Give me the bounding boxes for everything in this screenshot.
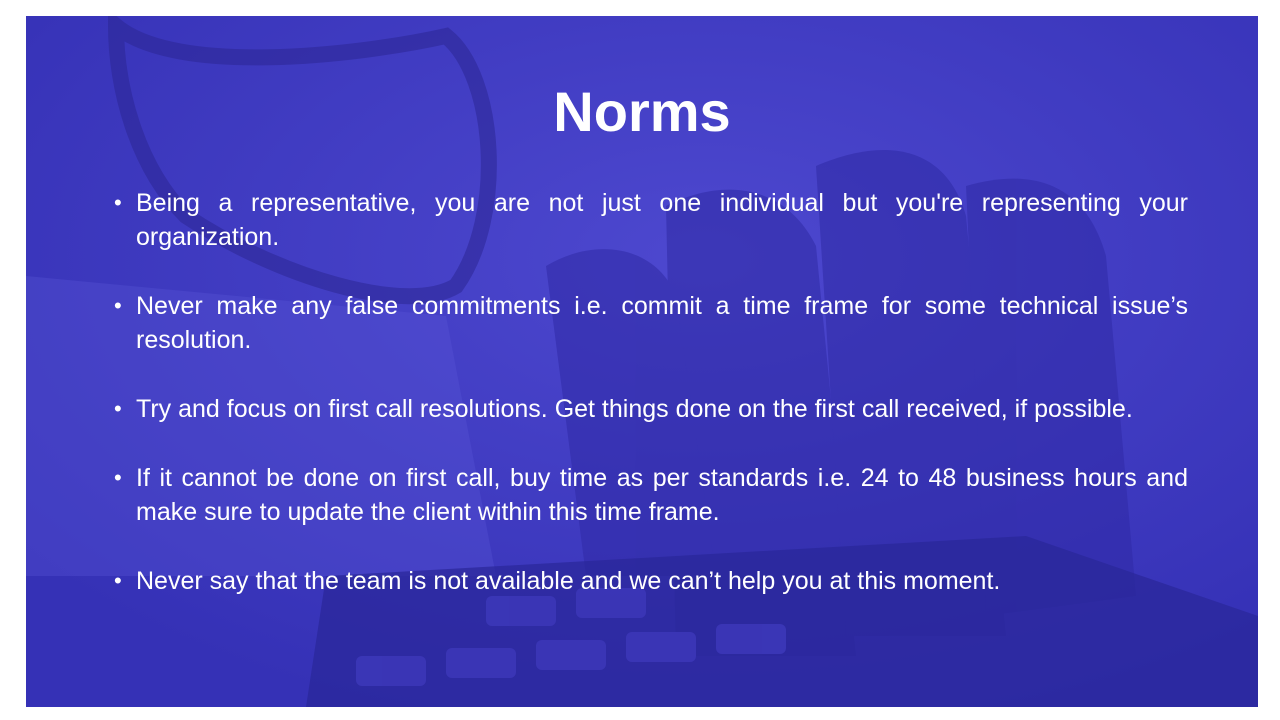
bullet-item: Being a representative, you are not just… — [110, 186, 1188, 254]
bullet-item: Never say that the team is not available… — [110, 564, 1188, 598]
bullet-item: Try and focus on first call resolutions.… — [110, 392, 1188, 426]
bullet-list: Being a representative, you are not just… — [110, 186, 1188, 633]
slide: Norms Being a representative, you are no… — [26, 16, 1258, 707]
slide-content: Norms Being a representative, you are no… — [26, 16, 1258, 707]
slide-title: Norms — [553, 80, 731, 143]
bullet-item: If it cannot be done on first call, buy … — [110, 461, 1188, 529]
bullet-item: Never make any false commitments i.e. co… — [110, 289, 1188, 357]
